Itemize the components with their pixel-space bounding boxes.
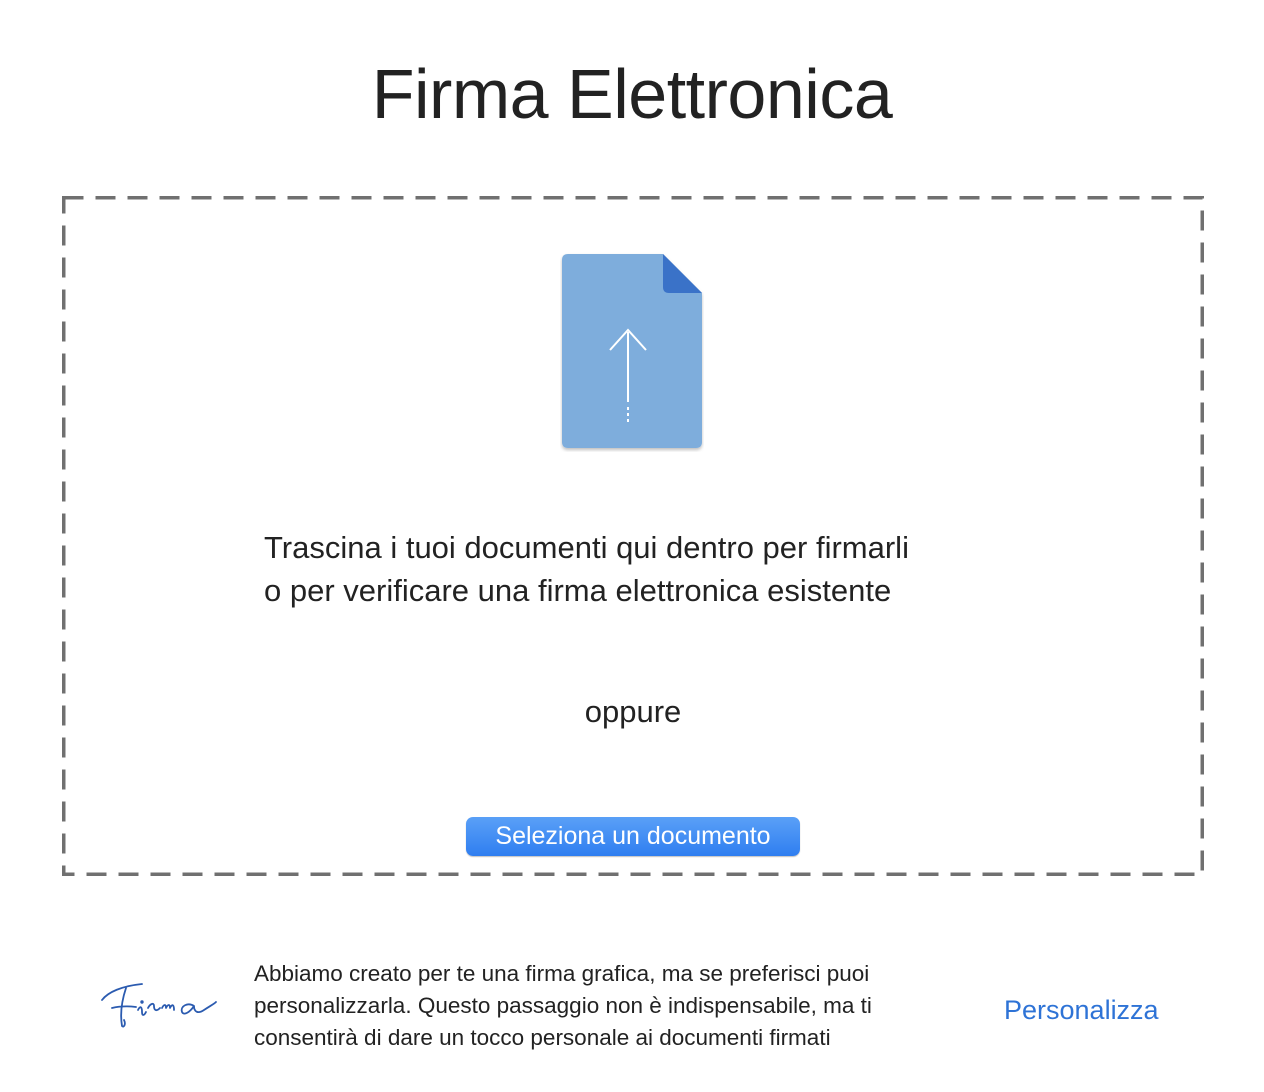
instruction-line-1: Trascina i tuoi documenti qui dentro per… bbox=[264, 530, 909, 565]
drop-instructions: Trascina i tuoi documenti qui dentro per… bbox=[264, 526, 1024, 612]
description-line-2: personalizzarla. Questo passaggio non è … bbox=[254, 993, 872, 1018]
description-line-1: Abbiamo creato per te una firma grafica,… bbox=[254, 961, 870, 986]
signature-icon bbox=[98, 964, 218, 1030]
instruction-line-2: o per verificare una firma elettronica e… bbox=[264, 573, 892, 608]
document-drop-zone[interactable]: Trascina i tuoi documenti qui dentro per… bbox=[62, 196, 1204, 876]
select-document-button[interactable]: Seleziona un documento bbox=[466, 817, 800, 856]
document-upload-icon bbox=[560, 252, 704, 452]
signature-description: Abbiamo creato per te una firma grafica,… bbox=[254, 958, 974, 1054]
page-title: Firma Elettronica bbox=[371, 55, 893, 133]
signature-footer: Abbiamo creato per te una firma grafica,… bbox=[0, 950, 1264, 1060]
personalize-link[interactable]: Personalizza bbox=[1004, 993, 1159, 1027]
separator-text: oppure bbox=[584, 694, 682, 729]
description-line-3: consentirà di dare un tocco personale ai… bbox=[254, 1025, 831, 1050]
